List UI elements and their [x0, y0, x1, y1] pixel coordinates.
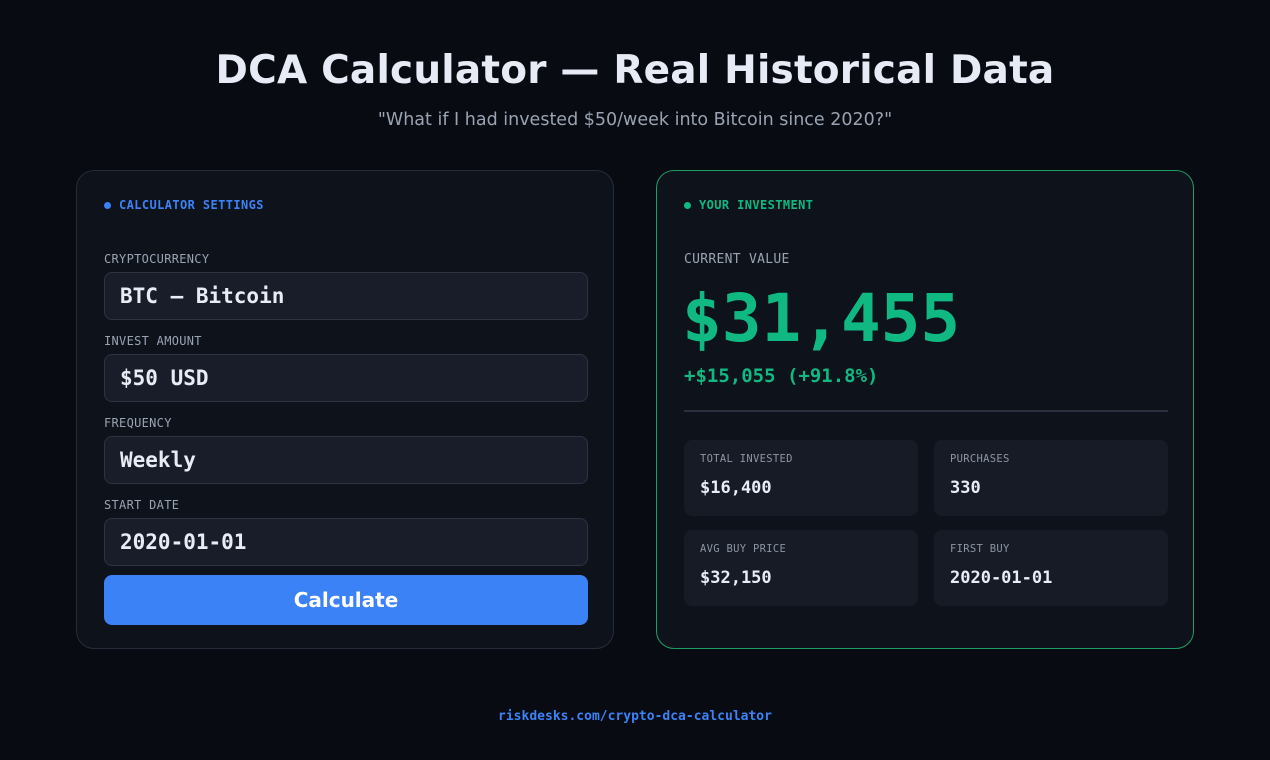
value-change: +$15,055 (+91.8%)	[684, 365, 879, 387]
frequency-select[interactable]: Weekly	[104, 436, 588, 484]
calculate-button[interactable]: Calculate	[104, 575, 588, 625]
start-date-label: START DATE	[104, 498, 180, 512]
frequency-label: FREQUENCY	[104, 416, 172, 430]
page: DCA Calculator — Real Historical Data "W…	[0, 0, 1270, 760]
stat-purchases: PURCHASES 330	[934, 440, 1168, 516]
stat-avg-buy-price: AVG BUY PRICE $32,150	[684, 530, 918, 606]
page-title: DCA Calculator — Real Historical Data	[215, 48, 1055, 93]
current-value-label: CURRENT VALUE	[684, 252, 790, 267]
investment-heading: YOUR INVESTMENT	[684, 198, 813, 212]
stat-value: 330	[950, 478, 981, 498]
cryptocurrency-select[interactable]: BTC — Bitcoin	[104, 272, 588, 320]
stat-label: AVG BUY PRICE	[700, 543, 787, 555]
current-value: $31,455	[682, 280, 961, 357]
footer-link[interactable]: riskdesks.com/crypto-dca-calculator	[0, 709, 1270, 724]
status-dot-icon	[104, 201, 111, 209]
stat-value: $16,400	[700, 478, 772, 498]
page-subtitle: "What if I had invested $50/week into Bi…	[377, 110, 893, 130]
invest-amount-input[interactable]: $50 USD	[104, 354, 588, 402]
stat-first-buy: FIRST BUY 2020-01-01	[934, 530, 1168, 606]
status-dot-icon	[684, 201, 691, 209]
stat-total-invested: TOTAL INVESTED $16,400	[684, 440, 918, 516]
calculator-settings-card: CALCULATOR SETTINGS CRYPTOCURRENCY BTC —…	[76, 170, 614, 649]
settings-heading-label: CALCULATOR SETTINGS	[119, 198, 264, 212]
investment-heading-label: YOUR INVESTMENT	[699, 198, 814, 212]
start-date-input[interactable]: 2020-01-01	[104, 518, 588, 566]
cryptocurrency-label: CRYPTOCURRENCY	[104, 252, 210, 266]
settings-heading: CALCULATOR SETTINGS	[104, 198, 264, 212]
invest-amount-label: INVEST AMOUNT	[104, 334, 202, 348]
stat-label: PURCHASES	[950, 453, 1010, 465]
divider	[684, 410, 1168, 412]
investment-results-card: YOUR INVESTMENT CURRENT VALUE $31,455 +$…	[656, 170, 1194, 649]
stat-label: FIRST BUY	[950, 543, 1010, 555]
stat-label: TOTAL INVESTED	[700, 453, 793, 465]
stat-value: 2020-01-01	[950, 568, 1053, 588]
stat-value: $32,150	[700, 568, 772, 588]
